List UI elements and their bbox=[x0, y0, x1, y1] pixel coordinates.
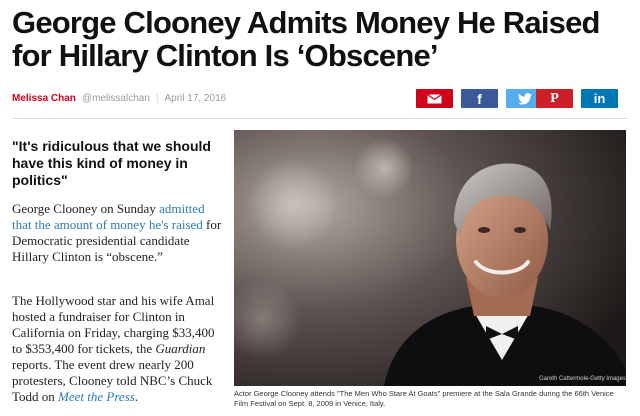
photo-caption: Actor George Clooney attends "The Men Wh… bbox=[234, 389, 614, 408]
share-facebook-button[interactable]: f bbox=[461, 89, 498, 108]
author-twitter-handle[interactable]: @melissalchan bbox=[82, 93, 150, 104]
share-linkedin-button[interactable]: in bbox=[581, 89, 618, 108]
portrait-photo-image bbox=[234, 130, 626, 386]
paragraph-2-text-3: . bbox=[134, 389, 139, 404]
share-email-button[interactable] bbox=[416, 89, 453, 108]
meet-the-press-link[interactable]: Meet the Press bbox=[58, 389, 135, 404]
photo-credit: Gareth Cattermole-Getty Images bbox=[538, 376, 626, 382]
linkedin-icon: in bbox=[593, 91, 606, 106]
guardian-source: Guardian bbox=[155, 341, 206, 356]
facebook-icon: f bbox=[477, 90, 482, 107]
byline-separator: | bbox=[155, 92, 159, 104]
byline: Melissa Chan @melissalchan | April 17, 2… bbox=[12, 91, 226, 105]
publish-date: April 17, 2016 bbox=[164, 92, 227, 104]
email-icon bbox=[427, 93, 442, 103]
article-headline: George Clooney Admits Money He Raised fo… bbox=[12, 5, 600, 73]
share-pinterest-button[interactable]: P bbox=[536, 89, 573, 108]
article-photo[interactable] bbox=[234, 130, 626, 386]
pull-quote: "It's ridiculous that we should have thi… bbox=[12, 138, 211, 188]
article-paragraph-2: The Hollywood star and his wife Amal hos… bbox=[12, 293, 224, 405]
author-name-link[interactable]: Melissa Chan bbox=[12, 93, 76, 104]
twitter-icon bbox=[517, 92, 532, 105]
pinterest-icon: P bbox=[550, 90, 559, 106]
article-paragraph-1: George Clooney on Sunday admitted that t… bbox=[12, 201, 224, 265]
header-divider bbox=[12, 118, 628, 119]
paragraph-1-text-start: George Clooney on Sunday bbox=[12, 201, 160, 216]
